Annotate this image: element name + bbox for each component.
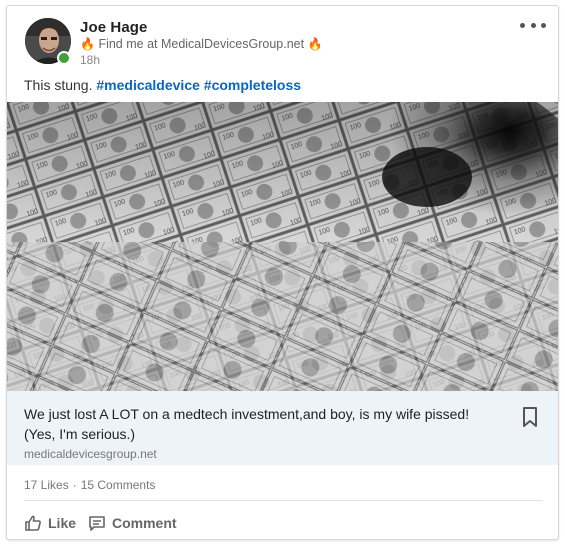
author-headline: 🔥 Find me at MedicalDevicesGroup.net 🔥 <box>80 37 323 51</box>
link-preview-title[interactable]: We just lost A LOT on a medtech investme… <box>24 404 494 444</box>
likes-count[interactable]: 17 Likes <box>24 478 69 492</box>
fire-icon: 🔥 <box>307 37 323 51</box>
post-header: Joe Hage 🔥 Find me at MedicalDevicesGrou… <box>7 6 558 74</box>
post-body-text: This stung. <box>24 77 93 93</box>
actions-divider <box>24 500 543 501</box>
online-status-indicator <box>57 51 71 65</box>
link-preview[interactable]: We just lost A LOT on a medtech investme… <box>7 391 558 465</box>
count-separator: · <box>72 478 77 492</box>
comments-count[interactable]: 15 Comments <box>81 478 156 492</box>
hashtag-link[interactable]: #medicaldevice <box>96 77 200 93</box>
post-image[interactable]: 100 100 <box>7 102 558 391</box>
author-name[interactable]: Joe Hage <box>80 19 148 36</box>
post-text: This stung. #medicaldevice #completeloss <box>24 77 301 93</box>
money-vortex-photo: 100 100 <box>7 102 558 391</box>
hashtag-link[interactable]: #completeloss <box>204 77 301 93</box>
post-timestamp: 18h <box>80 53 101 67</box>
social-counts: 17 Likes · 15 Comments <box>24 478 155 492</box>
thumbs-up-icon <box>25 515 41 531</box>
comment-label: Comment <box>112 515 177 531</box>
fire-icon: 🔥 <box>80 37 95 51</box>
author-headline-text: Find me at MedicalDevicesGroup.net <box>98 37 305 51</box>
bookmark-icon[interactable] <box>522 407 538 432</box>
feed-post-card: Joe Hage 🔥 Find me at MedicalDevicesGrou… <box>6 5 559 540</box>
link-preview-domain: medicaldevicesgroup.net <box>24 447 157 461</box>
comment-icon <box>89 516 105 531</box>
comment-button[interactable]: Comment <box>88 514 177 532</box>
more-options-icon[interactable] <box>520 17 546 33</box>
like-button[interactable]: Like <box>24 514 76 532</box>
like-label: Like <box>48 515 77 531</box>
